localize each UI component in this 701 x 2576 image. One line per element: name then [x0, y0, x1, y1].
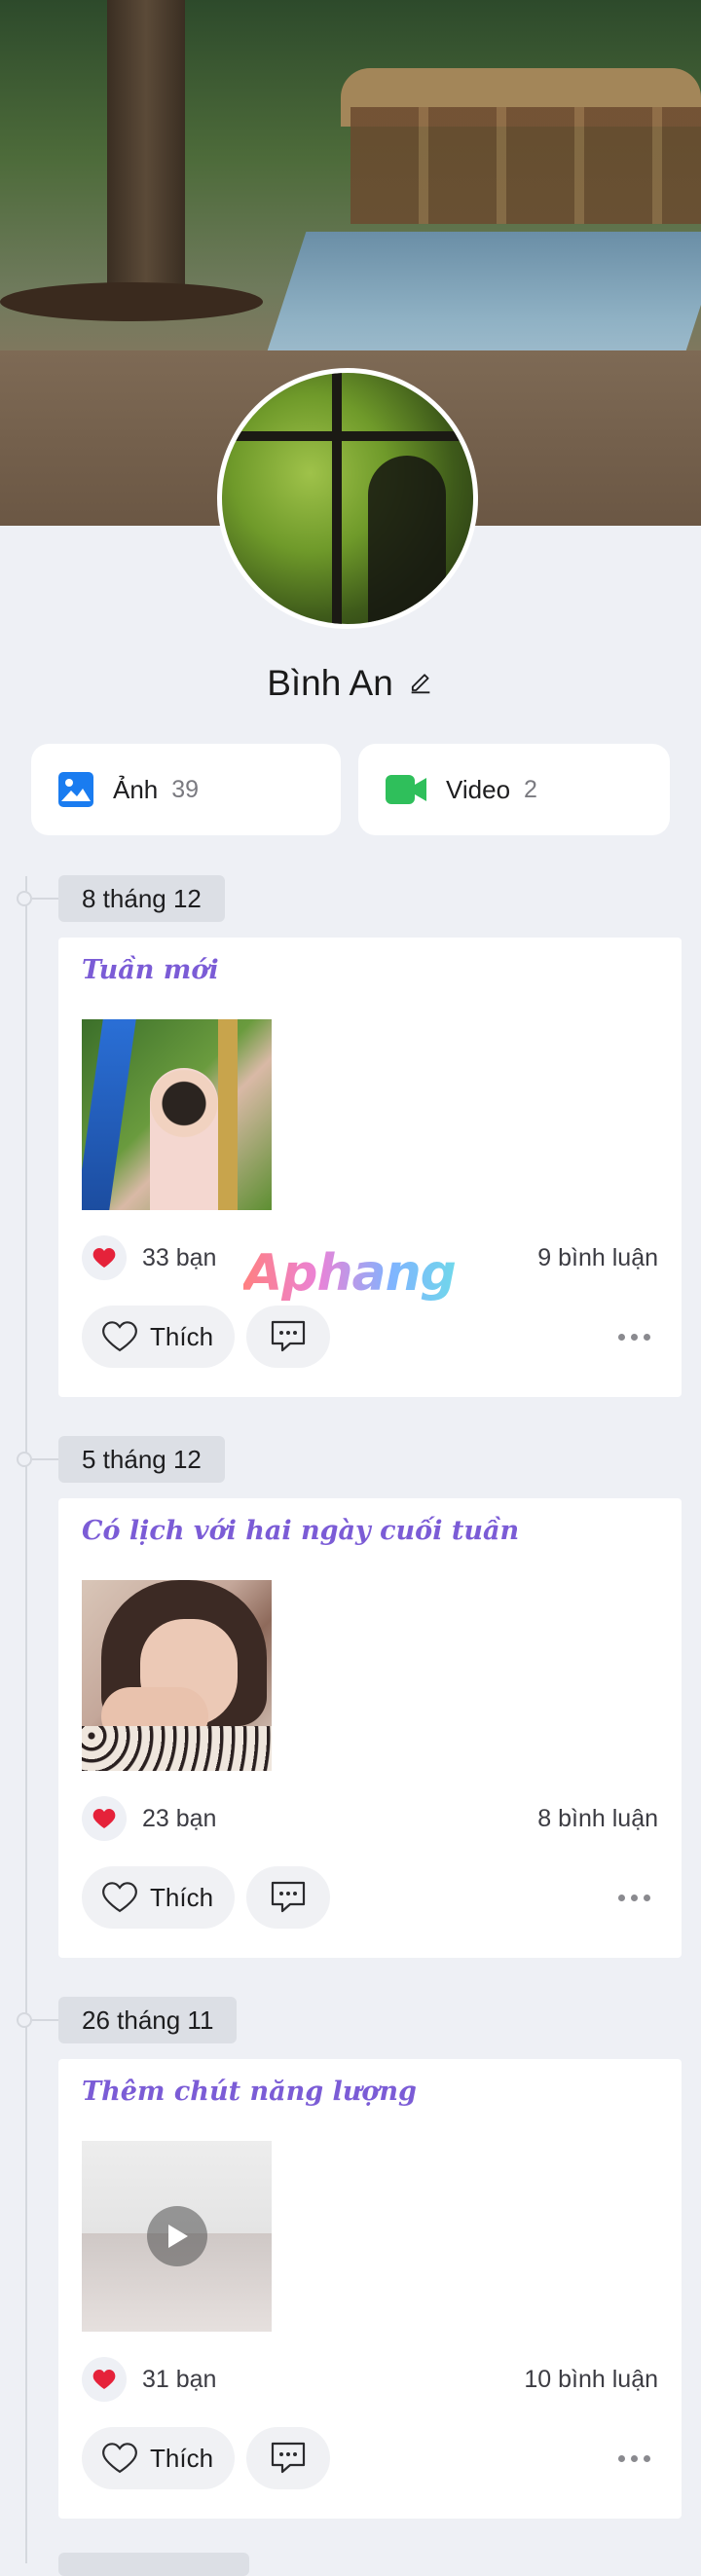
post-title[interactable]: Tuần mới — [82, 955, 219, 985]
post-video[interactable] — [82, 2141, 272, 2332]
post-card[interactable]: Có lịch với hai ngày cuối tuần 23 bạn 8 … — [58, 1498, 682, 1958]
post-card[interactable]: Thêm chút năng lượng 31 bạn 10 bình luận… — [58, 2059, 682, 2519]
photos-button[interactable]: Ảnh 39 — [31, 744, 341, 835]
post-actions: Thích — [82, 1866, 658, 1929]
profile-name-row: Bình An — [0, 654, 701, 713]
date-chip: 8 tháng 12 — [58, 875, 225, 922]
post-title[interactable]: Thêm chút năng lượng — [82, 2077, 417, 2107]
likes-count[interactable]: 33 bạn — [142, 1244, 216, 1272]
timeline-dot — [17, 2012, 32, 2028]
heart-icon[interactable] — [82, 1235, 127, 1280]
more-dots-icon[interactable] — [609, 2439, 658, 2478]
heart-icon[interactable] — [82, 2357, 127, 2402]
image-icon — [58, 772, 93, 807]
like-button[interactable]: Thích — [82, 1866, 236, 1929]
play-icon[interactable] — [147, 2206, 207, 2266]
videos-label: Video — [446, 774, 511, 804]
post-actions: Thích — [82, 2427, 658, 2489]
comment-button[interactable] — [246, 2427, 331, 2489]
heart-outline-icon — [102, 2443, 137, 2474]
like-label: Thích — [150, 1321, 214, 1351]
timeline-tick — [32, 2019, 59, 2021]
like-label: Thích — [150, 2443, 214, 2473]
watermark-logo: Aphang — [243, 1244, 457, 1303]
date-chip: 5 tháng 12 — [58, 1436, 225, 1483]
avatar[interactable] — [217, 368, 478, 629]
pencil-icon[interactable] — [407, 670, 434, 697]
post-stats: 31 bạn 10 bình luận — [82, 2357, 658, 2402]
comment-icon — [271, 1881, 306, 1913]
post-photo[interactable] — [82, 1580, 272, 1771]
comment-button[interactable] — [246, 1306, 331, 1368]
timeline-dot — [17, 1452, 32, 1467]
more-dots-icon[interactable] — [609, 1317, 658, 1356]
like-label: Thích — [150, 1882, 214, 1912]
heart-outline-icon — [102, 1882, 137, 1913]
post-photo[interactable] — [82, 1019, 272, 1210]
post-title[interactable]: Có lịch với hai ngày cuối tuần — [82, 1516, 519, 1546]
heart-icon[interactable] — [82, 1796, 127, 1841]
like-button[interactable]: Thích — [82, 1306, 236, 1368]
likes-count[interactable]: 23 bạn — [142, 1805, 216, 1833]
more-dots-icon[interactable] — [609, 1878, 658, 1917]
profile-name: Bình An — [267, 663, 393, 703]
comment-icon — [271, 2442, 306, 2474]
date-chip: 26 tháng 11 — [58, 1997, 238, 2043]
videos-button[interactable]: Video 2 — [358, 744, 670, 835]
comment-button[interactable] — [246, 1866, 331, 1929]
post-stats: 23 bạn 8 bình luận — [82, 1796, 658, 1841]
timeline-tick — [32, 1458, 59, 1460]
date-chip — [58, 2553, 249, 2576]
timeline-dot — [17, 891, 32, 906]
photos-count: 39 — [171, 775, 200, 803]
post-card[interactable]: Tuần mới 33 bạn 9 bình luận Thích — [58, 938, 682, 1397]
videos-count: 2 — [524, 775, 537, 803]
comment-icon — [271, 1320, 306, 1352]
likes-count[interactable]: 31 bạn — [142, 2366, 216, 2394]
comments-count[interactable]: 9 bình luận — [537, 1244, 658, 1272]
timeline-line — [25, 876, 27, 2563]
post-actions: Thích — [82, 1306, 658, 1368]
video-camera-icon — [386, 775, 426, 804]
comments-count[interactable]: 8 bình luận — [537, 1805, 658, 1833]
heart-outline-icon — [102, 1321, 137, 1352]
like-button[interactable]: Thích — [82, 2427, 236, 2489]
photos-label: Ảnh — [113, 774, 159, 804]
comments-count[interactable]: 10 bình luận — [524, 2366, 658, 2394]
timeline-tick — [32, 898, 59, 900]
